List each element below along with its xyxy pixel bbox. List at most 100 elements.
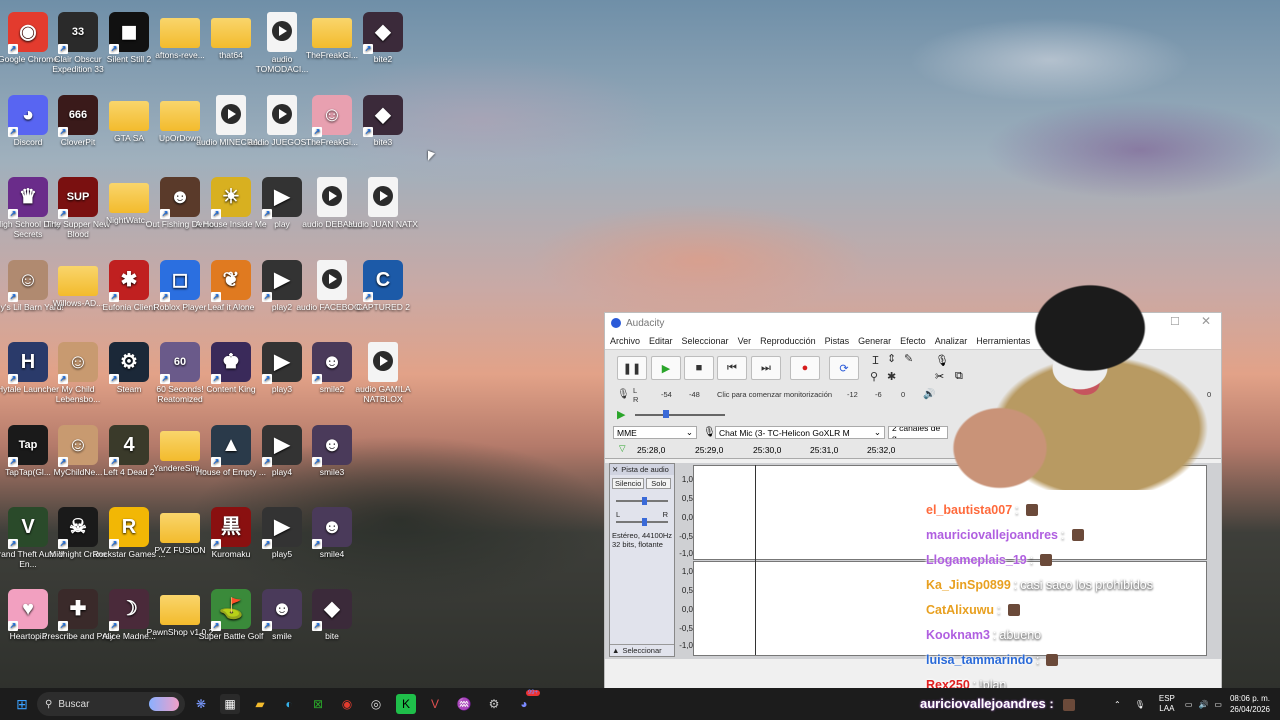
xbox-icon[interactable]: ⊠ bbox=[308, 694, 328, 714]
chat-separator: : bbox=[997, 602, 1001, 617]
skip-start-button[interactable]: ⏮ bbox=[717, 356, 747, 380]
track-format-info: Estéreo, 44100Hz bbox=[612, 531, 673, 540]
shortcut-arrow-icon: ↗ bbox=[211, 539, 221, 549]
chat-message: luisa_tammarindo: bbox=[926, 647, 1212, 672]
battery-icon[interactable]: ▭ bbox=[1214, 700, 1222, 709]
record-button[interactable]: ● bbox=[790, 356, 820, 380]
desktop-icon-label: bite2 bbox=[373, 54, 393, 64]
file-explorer-icon[interactable]: ▰ bbox=[250, 694, 270, 714]
mute-button[interactable]: Silencio bbox=[612, 478, 645, 489]
clock[interactable]: 08:06 p. m. 26/04/2026 bbox=[1230, 693, 1270, 715]
amplitude-scale-left: 1,0 0,5 0,0 -0,5 -1,0 bbox=[679, 475, 693, 558]
shortcut-arrow-icon: ↗ bbox=[363, 292, 373, 302]
input-device-select[interactable]: Chat Mic (3- TC-Helicon GoXLR M ⌄ bbox=[715, 426, 885, 439]
speed-slider[interactable] bbox=[635, 414, 725, 416]
shortcut-arrow-icon: ↗ bbox=[211, 374, 221, 384]
start-button[interactable]: ⊞ bbox=[12, 694, 32, 714]
timeline-play-icon[interactable]: ▽ bbox=[619, 443, 626, 454]
network-icon[interactable]: ▭ bbox=[1185, 700, 1193, 709]
desktop-icon[interactable]: audio GAMILA NATBLOX bbox=[346, 338, 420, 404]
obs-icon[interactable]: ◎ bbox=[366, 694, 386, 714]
shortcut-arrow-icon: ↗ bbox=[8, 292, 18, 302]
track-name[interactable]: Pista de audio bbox=[621, 465, 669, 474]
desktop-icon[interactable]: ◆ ↗ bite3 bbox=[346, 91, 420, 147]
shortcut-arrow-icon: ↗ bbox=[312, 621, 322, 631]
edge-icon[interactable]: ◐ bbox=[279, 694, 299, 714]
shortcut-arrow-icon: ↗ bbox=[262, 457, 272, 467]
shortcut-arrow-icon: ↗ bbox=[262, 209, 272, 219]
selection-tool-icon[interactable]: Ｉ bbox=[870, 352, 886, 369]
play-button[interactable]: ▶ bbox=[651, 356, 681, 380]
desktop-icon-label: audio GAMILA NATBLOX bbox=[355, 384, 411, 404]
steam-task-icon[interactable]: ⚙ bbox=[484, 694, 504, 714]
shortcut-arrow-icon: ↗ bbox=[211, 621, 221, 631]
shortcut-arrow-icon: ↗ bbox=[109, 44, 119, 54]
shortcut-arrow-icon: ↗ bbox=[8, 209, 18, 219]
search-highlight-icon bbox=[149, 697, 179, 711]
play-at-speed-button[interactable]: ▶ bbox=[617, 408, 625, 421]
desktop-icon[interactable]: ◆ ↗ bite bbox=[295, 585, 369, 641]
tray-mic-icon[interactable]: 🎙 bbox=[1135, 700, 1145, 709]
app-icon: ◆ ↗ bbox=[363, 12, 403, 54]
solo-button[interactable]: Solo bbox=[646, 478, 672, 489]
menu-item[interactable]: Generar bbox=[858, 336, 891, 346]
chat-ticker: auriciovallejoandres : bbox=[920, 696, 1076, 711]
task-view-icon[interactable]: ▦ bbox=[220, 694, 240, 714]
volume-icon[interactable]: 🔊 bbox=[1198, 700, 1208, 709]
audacity-task-icon[interactable]: ♒ bbox=[454, 694, 474, 714]
desktop-icon[interactable]: C ↗ CAPTURED 2 bbox=[346, 256, 420, 312]
chat-text: abueno bbox=[999, 627, 1042, 642]
shortcut-arrow-icon: ↗ bbox=[160, 209, 170, 219]
amplitude-scale-right: 1,0 0,5 0,0 -0,5 -1,0 bbox=[679, 567, 693, 650]
draw-tool-icon[interactable]: ✎ bbox=[904, 352, 920, 369]
desktop-icon[interactable]: ☻ ↗ smile3 bbox=[295, 421, 369, 477]
zoom-tool-icon[interactable]: ⚲ bbox=[870, 370, 886, 384]
stop-button[interactable]: ■ bbox=[684, 356, 714, 380]
shortcut-arrow-icon: ↗ bbox=[109, 621, 119, 631]
shortcut-arrow-icon: ↗ bbox=[109, 457, 119, 467]
shortcut-arrow-icon: ↗ bbox=[58, 374, 68, 384]
host-select[interactable]: MME ⌄ bbox=[613, 426, 697, 439]
chat-separator: : bbox=[1061, 527, 1065, 542]
select-button[interactable]: Seleccionar bbox=[622, 646, 661, 655]
pan-slider[interactable] bbox=[616, 518, 668, 526]
gain-slider[interactable] bbox=[616, 497, 668, 505]
meter-hint: Clic para comenzar monitorización bbox=[717, 390, 833, 399]
desktop-icon[interactable]: ◆ ↗ bite2 bbox=[346, 8, 420, 64]
kick-icon[interactable]: K bbox=[396, 694, 416, 714]
shortcut-arrow-icon: ↗ bbox=[109, 374, 119, 384]
chrome-icon[interactable]: ◉ bbox=[337, 694, 357, 714]
copilot-icon[interactable]: ❋ bbox=[191, 694, 211, 714]
menu-item[interactable]: Editar bbox=[649, 336, 673, 346]
audio-file-icon bbox=[368, 342, 398, 382]
loop-button[interactable]: ⟳ bbox=[829, 356, 859, 380]
track-close-icon[interactable]: ✕ bbox=[612, 465, 618, 474]
show-hidden-icons[interactable]: ⌃ bbox=[1114, 700, 1121, 709]
menu-item[interactable]: Ver bbox=[738, 336, 752, 346]
search-box[interactable]: ⚲ Buscar bbox=[37, 692, 185, 716]
menu-item[interactable]: Pistas bbox=[825, 336, 850, 346]
system-tray: ⌃ 🎙 ESP LAA ▭ 🔊 ▭ 08:06 p. m. 26/04/2026 bbox=[1114, 688, 1270, 720]
menu-item[interactable]: Archivo bbox=[610, 336, 640, 346]
discord-task-icon[interactable]: ◕ 99+ bbox=[514, 690, 540, 714]
pause-button[interactable]: ❚❚ bbox=[617, 356, 647, 380]
shortcut-arrow-icon: ↗ bbox=[312, 457, 322, 467]
valorant-icon[interactable]: V bbox=[425, 694, 445, 714]
multi-tool-icon[interactable]: ✱ bbox=[887, 370, 903, 384]
language-indicator[interactable]: ESP LAA bbox=[1159, 694, 1175, 714]
envelope-tool-icon[interactable]: ⇕ bbox=[887, 352, 903, 369]
search-icon: ⚲ bbox=[45, 698, 53, 710]
chat-separator: : bbox=[1035, 652, 1040, 667]
menu-item[interactable]: Efecto bbox=[900, 336, 926, 346]
desktop-icon[interactable]: audio JUAN NATX bbox=[346, 173, 420, 229]
shortcut-arrow-icon: ↗ bbox=[312, 374, 322, 384]
menu-item[interactable]: Seleccionar bbox=[682, 336, 729, 346]
collapse-icon[interactable]: ▲ bbox=[612, 646, 619, 655]
chat-text: casi saco los prohibidos bbox=[1020, 577, 1153, 592]
track-control-panel[interactable]: ✕ Pista de audio Silencio Solo LR Estére… bbox=[609, 463, 675, 657]
menu-item[interactable]: Reproducción bbox=[760, 336, 816, 346]
desktop-icon[interactable]: ☻ ↗ smile4 bbox=[295, 503, 369, 559]
skip-end-button[interactable]: ⏭ bbox=[751, 356, 781, 380]
shortcut-arrow-icon: ↗ bbox=[8, 44, 18, 54]
taskbar: ⊞ ⚲ Buscar ❋ ▦ ▰ ◐ ⊠ ◉ ◎ K V ♒ ⚙ ◕ 99+ a… bbox=[0, 688, 1280, 720]
